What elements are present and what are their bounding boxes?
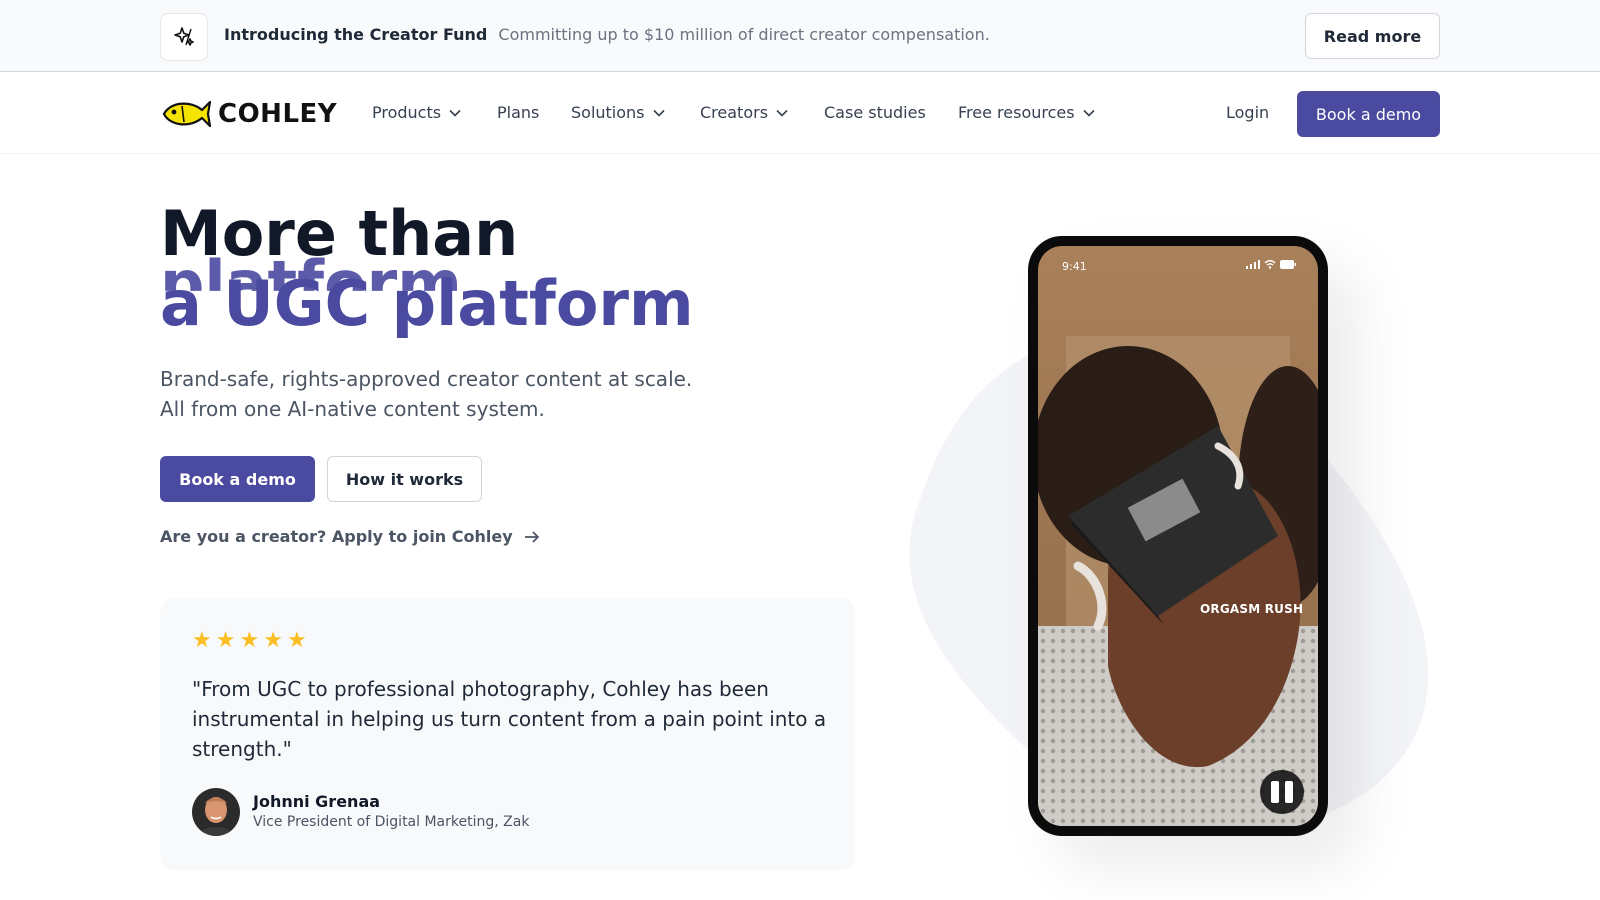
status-time: 9:41: [1062, 260, 1087, 273]
testimonial-quote: "From UGC to professional photography, C…: [192, 677, 827, 761]
chevron-down-icon: [776, 109, 788, 117]
hero-subtitle-line1: Brand-safe, rights-approved creator cont…: [160, 367, 693, 391]
status-icons: [1246, 260, 1296, 269]
chevron-down-icon: [449, 109, 461, 117]
arrow-right-icon: [524, 530, 539, 543]
nav-book-demo-button[interactable]: Book a demo: [1297, 91, 1440, 137]
announcement-text: Introducing the Creator Fund Committing …: [224, 25, 990, 44]
pause-icon: [1285, 781, 1293, 803]
nav-case-studies[interactable]: Case studies: [824, 103, 926, 122]
creator-apply-label: Are you a creator? Apply to join Cohley: [160, 527, 513, 546]
chevron-down-icon: [1083, 109, 1095, 117]
hero-book-demo-button[interactable]: Book a demo: [160, 456, 315, 502]
pause-icon: [1271, 781, 1279, 803]
nav-products-label: Products: [372, 103, 442, 122]
pause-button[interactable]: [1260, 770, 1304, 814]
star-icon: ★: [263, 628, 283, 653]
star-icon: ★: [286, 628, 307, 653]
creator-apply-link[interactable]: Are you a creator? Apply to join Cohley: [160, 527, 541, 546]
wifi-icon: [1264, 260, 1276, 269]
nav-creators[interactable]: Creators: [700, 103, 788, 122]
phone-video[interactable]: 9:41 ORGASM RUSH: [1038, 246, 1318, 826]
video-frame: [1038, 246, 1318, 826]
hero-heading-line2: a UGC platform: [160, 267, 694, 340]
rating-stars: ★ ★ ★ ★ ★: [192, 628, 307, 653]
nav-products[interactable]: Products: [372, 103, 461, 122]
star-icon: ★: [192, 628, 212, 653]
nav-free-resources-label: Free resources: [958, 103, 1075, 122]
nav-case-studies-label: Case studies: [824, 103, 926, 122]
fish-logo-icon: [162, 100, 212, 128]
author-name: Johnni Grenaa: [253, 792, 381, 811]
nav-solutions-label: Solutions: [571, 103, 645, 122]
hero-subtitle: Brand-safe, rights-approved creator cont…: [160, 364, 692, 424]
author-role: Vice President of Digital Marketing, Zak: [253, 814, 530, 830]
battery-icon: [1280, 260, 1296, 269]
logo-text: COHLEY: [218, 99, 338, 129]
nav-plans[interactable]: Plans: [497, 103, 539, 122]
testimonial-card: ★ ★ ★ ★ ★ "From UGC to professional phot…: [160, 598, 855, 870]
chevron-down-icon: [652, 109, 665, 117]
nav-creators-label: Creators: [700, 103, 769, 122]
read-more-button[interactable]: Read more: [1305, 13, 1440, 59]
nav-free-resources[interactable]: Free resources: [958, 103, 1095, 122]
star-icon: ★: [215, 628, 236, 653]
login-link[interactable]: Login: [1226, 103, 1269, 122]
avatar: [192, 788, 240, 836]
announcement-title: Introducing the Creator Fund: [224, 25, 488, 44]
nav-plans-label: Plans: [497, 103, 540, 122]
logo[interactable]: COHLEY: [160, 96, 337, 132]
video-overlay-text: ORGASM RUSH: [1200, 602, 1304, 616]
sparkle-icon: [160, 13, 208, 61]
nav-solutions[interactable]: Solutions: [571, 103, 665, 122]
star-icon: ★: [239, 628, 260, 653]
phone-mockup: 9:41 ORGASM RUSH: [1028, 236, 1328, 836]
signal-icon: [1246, 260, 1260, 269]
announcement-description: Committing up to $10 million of direct c…: [498, 25, 990, 44]
hero-subtitle-line2: All from one AI-native content system.: [160, 397, 545, 421]
how-it-works-button[interactable]: How it works: [327, 456, 482, 502]
announcement-bar: Introducing the Creator Fund Committing …: [0, 0, 1600, 72]
main-nav: COHLEY Products Plans Solutions Creators…: [0, 72, 1600, 154]
